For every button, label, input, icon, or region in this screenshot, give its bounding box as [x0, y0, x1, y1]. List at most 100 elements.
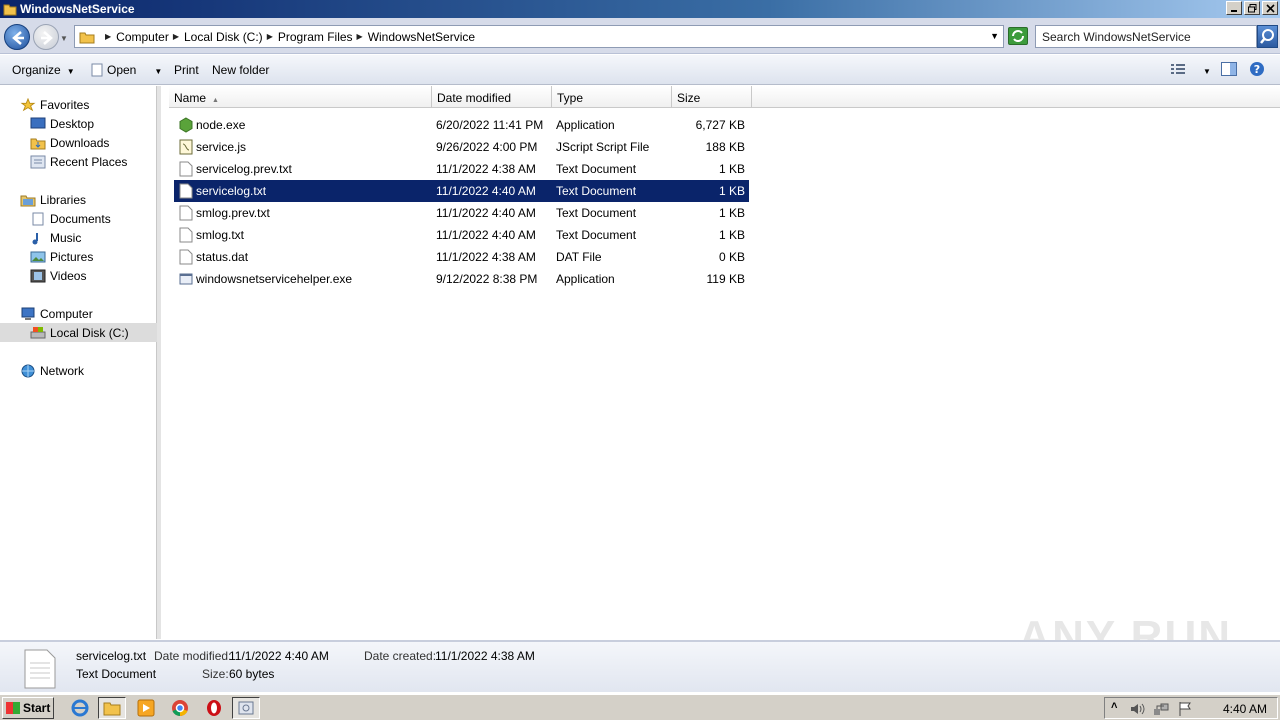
- action-center-flag-icon[interactable]: [1177, 701, 1193, 717]
- recent-places-icon: [30, 155, 46, 168]
- text-file-icon: [24, 649, 56, 689]
- nav-desktop[interactable]: Desktop: [30, 114, 94, 133]
- clock[interactable]: 4:40 AM: [1223, 702, 1267, 716]
- file-size: 1 KB: [718, 162, 745, 176]
- preview-pane-button[interactable]: [1221, 62, 1237, 79]
- taskbar-explorer[interactable]: [98, 697, 126, 719]
- nav-local-disk[interactable]: Local Disk (C:): [0, 323, 157, 342]
- file-date: 11/1/2022 4:40 AM: [436, 206, 536, 220]
- show-hidden-icons-icon[interactable]: ˄: [1111, 700, 1117, 712]
- open-button[interactable]: Open ▼: [90, 63, 162, 77]
- file-name: windowsnetservicehelper.exe: [196, 272, 353, 286]
- nav-favorites[interactable]: Favorites: [20, 95, 89, 114]
- file-size: 1 KB: [718, 206, 745, 220]
- view-list-icon: [1171, 64, 1185, 74]
- column-header-size[interactable]: Size: [672, 86, 752, 108]
- nav-recent-places[interactable]: Recent Places: [30, 152, 127, 171]
- nav-music[interactable]: Music: [30, 228, 81, 247]
- recent-pages-dropdown[interactable]: ▼: [60, 34, 68, 43]
- organize-label: Organize: [12, 63, 61, 77]
- organize-button[interactable]: Organize ▼: [12, 63, 75, 77]
- column-header-date[interactable]: Date modified: [432, 86, 552, 108]
- back-button[interactable]: [4, 24, 30, 50]
- chevron-down-icon[interactable]: ▼: [154, 67, 162, 76]
- refresh-icon: [1012, 30, 1024, 42]
- taskbar-chrome[interactable]: [166, 697, 194, 719]
- breadcrumb-arrow-icon[interactable]: ▶: [357, 32, 363, 41]
- network-status-icon[interactable]: [1153, 701, 1169, 717]
- node-icon: [179, 117, 193, 133]
- nav-libraries[interactable]: Libraries: [20, 190, 86, 209]
- view-options-dropdown[interactable]: ▼: [1197, 63, 1211, 77]
- file-row-smlog-prev[interactable]: smlog.prev.txt 11/1/2022 4:40 AM Text Do…: [174, 202, 749, 224]
- nav-pictures[interactable]: Pictures: [30, 247, 93, 266]
- column-header-filler: [752, 86, 1280, 108]
- taskbar-internet-explorer[interactable]: [66, 697, 94, 719]
- file-row-smlog[interactable]: smlog.txt 11/1/2022 4:40 AM Text Documen…: [174, 224, 749, 246]
- windows-logo-icon: [6, 702, 20, 714]
- title-bar: WindowsNetService: [0, 0, 1280, 18]
- restore-button[interactable]: [1244, 1, 1260, 15]
- file-row-helper-exe[interactable]: windowsnetservicehelper.exe 9/12/2022 8:…: [174, 268, 749, 290]
- internet-explorer-icon: [71, 699, 89, 717]
- file-row-servicelog-selected[interactable]: servicelog.txt 11/1/2022 4:40 AM Text Do…: [174, 180, 749, 202]
- downloads-folder-icon: [30, 138, 46, 149]
- nav-network[interactable]: Network: [20, 361, 84, 380]
- folder-icon: [103, 702, 121, 716]
- nav-downloads[interactable]: Downloads: [30, 133, 109, 152]
- forward-button[interactable]: [33, 24, 59, 50]
- file-date: 9/12/2022 8:38 PM: [436, 272, 538, 286]
- close-button[interactable]: [1262, 1, 1278, 15]
- breadcrumb-computer[interactable]: Computer: [116, 30, 169, 44]
- breadcrumb-program-files[interactable]: Program Files: [278, 30, 353, 44]
- column-header-name[interactable]: Name ▲: [169, 86, 432, 108]
- start-button[interactable]: Start: [2, 697, 54, 719]
- help-icon: ?: [1250, 62, 1264, 76]
- taskbar-media-player[interactable]: [132, 697, 160, 719]
- breadcrumb-local-disk[interactable]: Local Disk (C:): [184, 30, 263, 44]
- file-type: Application: [556, 272, 615, 286]
- file-type: Application: [556, 118, 615, 132]
- minimize-button[interactable]: [1226, 1, 1242, 15]
- breadcrumb-windowsnetservice[interactable]: WindowsNetService: [368, 30, 475, 44]
- file-row-servicelog-prev[interactable]: servicelog.prev.txt 11/1/2022 4:38 AM Te…: [174, 158, 749, 180]
- search-button[interactable]: [1257, 25, 1278, 48]
- details-pane: servicelog.txt Text Document Date modifi…: [0, 640, 1280, 692]
- svg-text:?: ?: [1254, 63, 1260, 76]
- close-icon: [1265, 3, 1275, 13]
- nav-recent-places-label: Recent Places: [50, 154, 128, 169]
- nav-computer[interactable]: Computer: [20, 304, 93, 323]
- change-view-button[interactable]: [1170, 62, 1186, 79]
- nav-videos[interactable]: Videos: [30, 266, 86, 285]
- restore-icon: [1247, 3, 1256, 12]
- address-dropdown-icon[interactable]: ▼: [990, 31, 999, 41]
- search-input[interactable]: Search WindowsNetService: [1035, 25, 1257, 48]
- file-date: 11/1/2022 4:38 AM: [436, 250, 536, 264]
- file-row-service-js[interactable]: service.js 9/26/2022 4:00 PM JScript Scr…: [174, 136, 749, 158]
- file-name: status.dat: [196, 250, 249, 264]
- file-name: servicelog.txt: [196, 184, 267, 198]
- help-button[interactable]: ?: [1249, 61, 1265, 80]
- address-bar[interactable]: ▶ Computer ▶ Local Disk (C:) ▶ Program F…: [74, 25, 1004, 48]
- column-header-type[interactable]: Type: [552, 86, 672, 108]
- breadcrumb-arrow-icon[interactable]: ▶: [267, 32, 273, 41]
- file-row-node-exe[interactable]: node.exe 6/20/2022 11:41 PM Application …: [174, 114, 749, 136]
- taskbar-app-window[interactable]: [232, 697, 260, 719]
- chevron-down-icon: ▼: [66, 67, 75, 76]
- breadcrumb-arrow-icon[interactable]: ▶: [105, 32, 111, 41]
- new-folder-button[interactable]: New folder: [212, 63, 269, 77]
- breadcrumb-arrow-icon[interactable]: ▶: [173, 32, 179, 41]
- chrome-icon: [172, 700, 188, 717]
- text-file-icon: [179, 205, 193, 221]
- refresh-button[interactable]: [1008, 27, 1028, 45]
- details-filetype: Text Document: [76, 667, 157, 681]
- nav-documents[interactable]: Documents: [30, 209, 111, 228]
- taskbar-opera[interactable]: [200, 697, 228, 719]
- file-size: 1 KB: [718, 228, 745, 242]
- volume-icon[interactable]: [1129, 701, 1145, 717]
- preview-pane-icon: [1221, 62, 1237, 76]
- print-button[interactable]: Print: [174, 63, 199, 77]
- details-date-created: 11/1/2022 4:38 AM: [435, 649, 535, 663]
- file-type: DAT File: [556, 250, 602, 264]
- file-row-status-dat[interactable]: status.dat 11/1/2022 4:38 AM DAT File 0 …: [174, 246, 749, 268]
